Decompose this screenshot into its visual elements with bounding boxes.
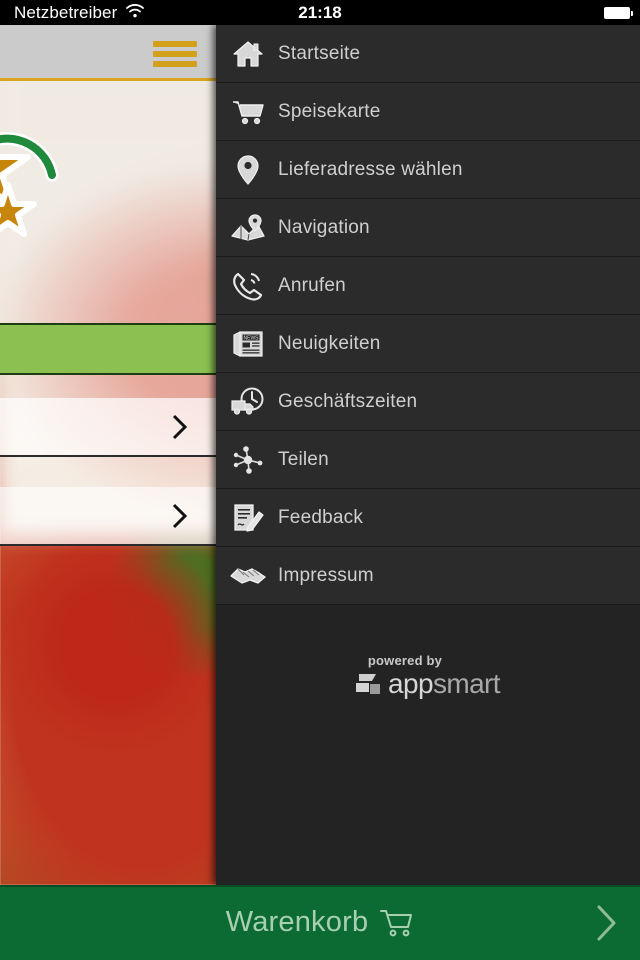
hamburger-menu-icon[interactable] [153,41,197,67]
hamburger-bar [153,51,197,57]
home-icon [218,25,278,83]
drawer-menu-list: Startseite Speisekarte Lieferadresse wäh… [216,25,640,605]
menu-item-label: Speisekarte [278,100,381,122]
menu-item-lieferadresse[interactable]: Lieferadresse wählen [216,141,640,199]
status-bar-time: 21:18 [298,3,342,22]
hamburger-bar [153,61,197,67]
menu-item-label: Geschäftszeiten [278,390,418,412]
status-bar: Netzbetreiber 21:18 [0,0,640,25]
menu-item-speisekarte[interactable]: Speisekarte [216,83,640,141]
menu-item-label: Feedback [278,506,364,528]
list-item[interactable] [0,398,216,457]
powered-by-label: powered by [367,652,443,668]
list-item[interactable] [0,487,216,546]
menu-item-startseite[interactable]: Startseite [216,25,640,83]
menu-item-geschaeftszeiten[interactable]: Geschäftszeiten [216,373,640,431]
menu-item-teilen[interactable]: Teilen [216,431,640,489]
cart-bar-content: Warenkorb [226,906,415,939]
menu-item-label: Anrufen [278,274,346,296]
star-logo-icon [0,113,78,243]
menu-item-navigation[interactable]: Navigation [216,199,640,257]
appsmart-logo-icon: appsmart [356,667,501,699]
chevron-right-icon [172,503,188,529]
menu-item-impressum[interactable]: Impressum [216,547,640,605]
map-navigation-icon [218,199,278,257]
chevron-right-icon [172,414,188,440]
svg-text:NEWS: NEWS [244,335,260,341]
hamburger-bar [153,41,197,47]
menu-item-label: Startseite [278,42,361,64]
handshake-icon [218,547,278,605]
promo-green-band [0,323,216,375]
navigation-drawer: Startseite Speisekarte Lieferadresse wäh… [216,25,640,885]
shopping-cart-icon [218,83,278,141]
status-bar-right [604,0,633,25]
phone-call-icon [218,257,278,315]
shopping-cart-outline-icon [380,908,414,938]
battery-full-icon [604,6,633,19]
chevron-right-icon[interactable] [596,904,618,942]
app-screen: Startseite Speisekarte Lieferadresse wäh… [0,0,640,960]
menu-item-anrufen[interactable]: Anrufen [216,257,640,315]
form-pencil-icon [218,489,278,547]
appsmart-word-smart: smart [432,667,501,699]
menu-item-label: Navigation [278,216,370,238]
cart-bar-label: Warenkorb [225,906,369,938]
menu-item-feedback[interactable]: Feedback [216,489,640,547]
appsmart-word-app: app [388,667,434,699]
menu-item-neuigkeiten[interactable]: NEWS Neuigkeiten [216,315,640,373]
powered-by-footer: powered by appsmart [216,635,640,715]
cart-bar[interactable]: Warenkorb [0,885,640,960]
menu-item-label: Impressum [278,564,374,586]
newspaper-icon: NEWS [218,315,278,373]
appsmart-wordmark: appsmart [388,667,501,699]
list-gap [0,457,216,487]
appsmart-logo-mark [356,672,382,696]
menu-item-label: Neuigkeiten [278,332,381,354]
menu-item-label: Teilen [278,448,329,470]
map-pin-icon [218,141,278,199]
menu-item-label: Lieferadresse wählen [278,158,463,180]
cart-bar-top-divider [0,885,640,887]
delivery-clock-icon [218,373,278,431]
share-nodes-icon [218,431,278,489]
